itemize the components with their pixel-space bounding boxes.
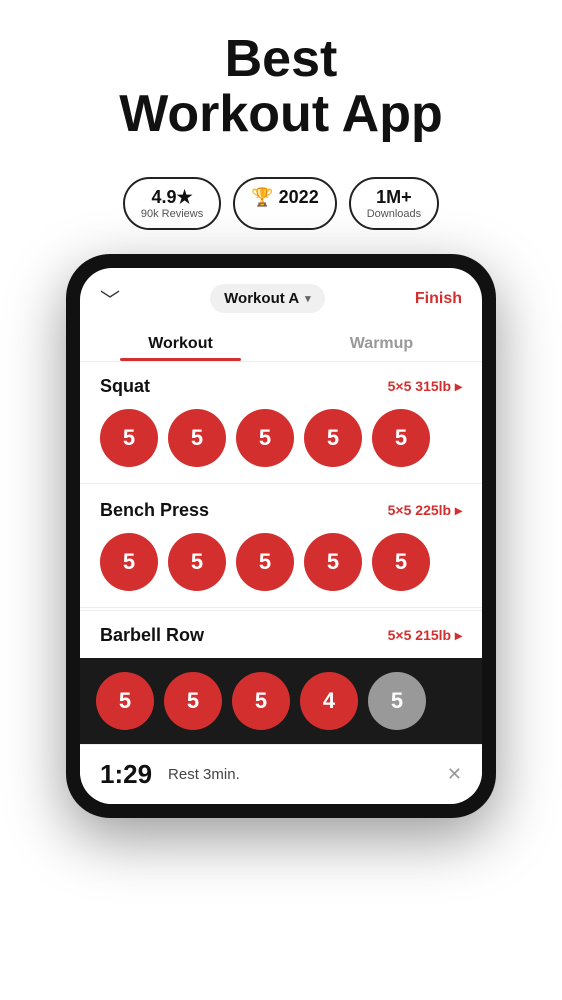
rest-timer: 1:29 Rest 3min. ✕: [80, 744, 482, 804]
bench-name: Bench Press: [100, 500, 209, 521]
tabs-bar: Workout Warmup: [80, 325, 482, 362]
bench-sets-label[interactable]: 5×5 225lb ▸: [388, 502, 462, 519]
finish-button[interactable]: Finish: [415, 290, 462, 308]
header-title: Best Workout App: [119, 32, 443, 141]
bench-sets-row: 5 5 5 5 5: [100, 533, 462, 591]
badge-downloads: 1M+ Downloads: [349, 177, 439, 230]
timer-close-button[interactable]: ✕: [447, 764, 462, 785]
squat-sets-label[interactable]: 5×5 315lb ▸: [388, 378, 462, 395]
squat-sets-row: 5 5 5 5 5: [100, 409, 462, 467]
squat-set-1[interactable]: 5: [100, 409, 158, 467]
header: Best Workout App: [99, 0, 463, 161]
rating-sub: 90k Reviews: [141, 208, 203, 220]
bench-set-1[interactable]: 5: [100, 533, 158, 591]
barbell-name: Barbell Row: [100, 625, 204, 646]
barbell-sets-label[interactable]: 5×5 215lb ▸: [388, 627, 462, 644]
timer-time: 1:29: [100, 759, 152, 790]
exercise-bench-press: Bench Press 5×5 225lb ▸ 5 5 5 5 5: [80, 486, 482, 607]
barbell-set-2[interactable]: 5: [164, 672, 222, 730]
badge-award: 🏆 2022: [233, 177, 336, 230]
exercise-squat: Squat 5×5 315lb ▸ 5 5 5 5 5: [80, 362, 482, 483]
squat-set-5[interactable]: 5: [372, 409, 430, 467]
workout-selector[interactable]: Workout A ▾: [210, 284, 325, 313]
barbell-set-1[interactable]: 5: [96, 672, 154, 730]
tab-warmup[interactable]: Warmup: [281, 325, 482, 361]
squat-set-4[interactable]: 5: [304, 409, 362, 467]
dropdown-arrow-icon: ▾: [305, 292, 311, 305]
bench-set-4[interactable]: 5: [304, 533, 362, 591]
exercise-barbell-row: Barbell Row 5×5 215lb ▸: [80, 610, 482, 658]
barbell-set-4[interactable]: 4: [300, 672, 358, 730]
tab-workout[interactable]: Workout: [80, 325, 281, 361]
page-wrapper: Best Workout App 4.9★ 90k Reviews 🏆 2022…: [0, 0, 562, 818]
phone-mockup: ﹀ Workout A ▾ Finish Workout Warmup: [66, 254, 496, 818]
rating-value: 4.9★: [151, 187, 192, 208]
badges-row: 4.9★ 90k Reviews 🏆 2022 1M+ Downloads: [123, 177, 439, 230]
squat-header: Squat 5×5 315lb ▸: [100, 376, 462, 397]
bench-header: Bench Press 5×5 225lb ▸: [100, 500, 462, 521]
app-topbar: ﹀ Workout A ▾ Finish: [80, 268, 482, 321]
award-value: 🏆 2022: [251, 187, 318, 208]
bench-set-2[interactable]: 5: [168, 533, 226, 591]
barbell-set-5[interactable]: 5: [368, 672, 426, 730]
bench-set-5[interactable]: 5: [372, 533, 430, 591]
downloads-sub: Downloads: [367, 208, 421, 220]
bottom-sets-bar: 5 5 5 4 5: [80, 658, 482, 744]
squat-set-3[interactable]: 5: [236, 409, 294, 467]
barbell-header: Barbell Row 5×5 215lb ▸: [100, 625, 462, 646]
squat-set-2[interactable]: 5: [168, 409, 226, 467]
back-chevron-icon[interactable]: ﹀: [100, 284, 120, 313]
phone-screen: ﹀ Workout A ▾ Finish Workout Warmup: [80, 268, 482, 804]
downloads-value: 1M+: [376, 187, 412, 208]
barbell-set-3[interactable]: 5: [232, 672, 290, 730]
workout-name: Workout A: [224, 290, 299, 307]
badge-rating: 4.9★ 90k Reviews: [123, 177, 221, 230]
timer-label: Rest 3min.: [168, 766, 431, 783]
bench-set-3[interactable]: 5: [236, 533, 294, 591]
squat-name: Squat: [100, 376, 150, 397]
